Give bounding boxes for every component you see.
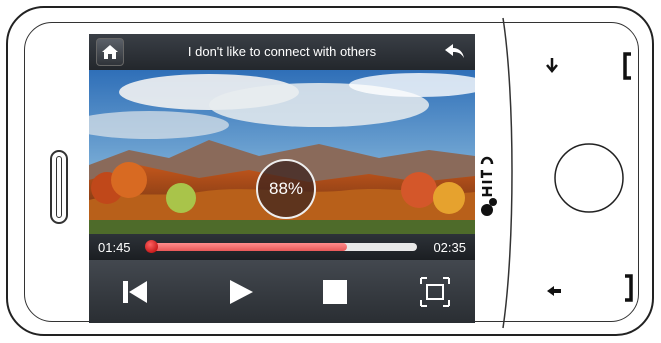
total-time: 02:35: [433, 240, 466, 255]
seek-track[interactable]: [145, 240, 417, 253]
fullscreen-icon[interactable]: [419, 276, 451, 308]
back-arrow-icon[interactable]: [443, 41, 467, 63]
home-icon: [102, 45, 118, 59]
title-bar: I don't like to connect with others: [89, 34, 475, 70]
current-time: 01:45: [98, 240, 131, 255]
play-icon[interactable]: [225, 276, 257, 308]
end-bracket-icon[interactable]: [621, 273, 635, 303]
loading-percent-indicator: 88%: [256, 159, 316, 219]
previous-track-icon[interactable]: [119, 276, 151, 308]
seek-knob[interactable]: [145, 240, 158, 253]
call-bracket-icon[interactable]: [621, 51, 635, 81]
player-screen: I don't like to connect with others 88% …: [89, 34, 475, 323]
seek-bar: 01:45 02:35: [89, 234, 475, 260]
back-key-icon[interactable]: [544, 283, 564, 299]
down-arrow-icon[interactable]: [545, 56, 559, 74]
side-slot: [50, 150, 68, 224]
seek-progress-fill: [147, 243, 347, 251]
stop-icon[interactable]: [319, 276, 351, 308]
video-title: I don't like to connect with others: [187, 44, 377, 59]
home-button[interactable]: [96, 38, 124, 66]
navigation-wheel[interactable]: [552, 141, 626, 215]
playback-controls: [89, 260, 475, 323]
panel-divider: [502, 17, 513, 329]
